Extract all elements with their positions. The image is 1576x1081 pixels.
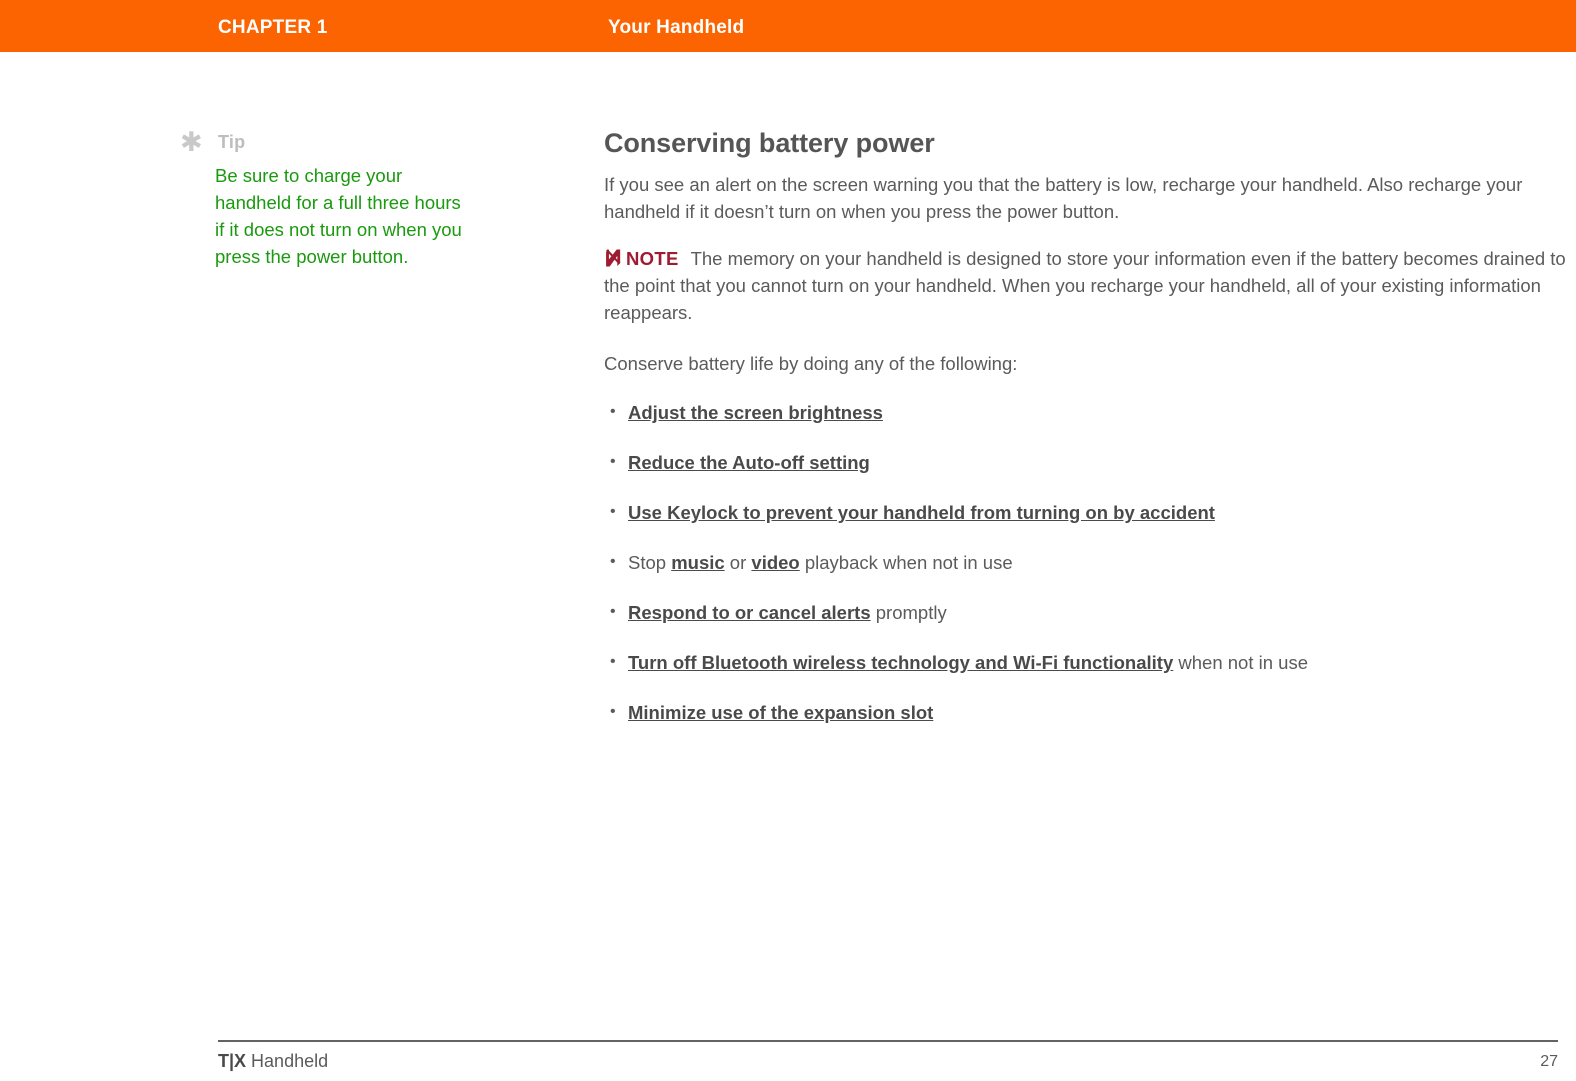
footer-row: T|X Handheld 27 <box>218 1051 1558 1077</box>
note-text: The memory on your handheld is designed … <box>604 248 1566 323</box>
bullet-text-middle: or <box>724 552 752 573</box>
intro-paragraph: If you see an alert on the screen warnin… <box>604 174 1523 222</box>
bullet-text-after: promptly <box>870 602 947 623</box>
footer-divider <box>218 1040 1558 1042</box>
footer-product-label: Handheld <box>246 1051 329 1071</box>
list-item: Stop music or video playback when not in… <box>604 548 1566 576</box>
chapter-label: CHAPTER 1 <box>218 17 328 38</box>
list-item: Use Keylock to prevent your handheld fro… <box>604 498 1566 526</box>
link-reduce-auto-off-setting[interactable]: Reduce the Auto-off setting <box>628 452 870 473</box>
link-music[interactable]: music <box>671 552 724 573</box>
link-video[interactable]: video <box>751 552 799 573</box>
footer-product-name: T|X Handheld <box>218 1051 328 1072</box>
list-item: Minimize use of the expansion slot <box>604 698 1566 726</box>
link-turn-off-bluetooth-and-wifi[interactable]: Turn off Bluetooth wireless technology a… <box>628 652 1173 673</box>
tip-header: ✱ Tip <box>180 127 470 158</box>
tip-label: Tip <box>218 132 246 152</box>
page-footer: T|X Handheld 27 <box>218 1040 1558 1077</box>
note-label: NOTE <box>626 248 679 269</box>
list-item: Adjust the screen brightness <box>604 398 1566 426</box>
link-use-keylock[interactable]: Use Keylock to prevent your handheld fro… <box>628 502 1215 523</box>
main-content-column: Conserving battery power If you see an a… <box>604 128 1566 749</box>
asterisk-icon: ✱ <box>180 127 203 158</box>
bullet-text-before: Stop <box>628 552 672 573</box>
battery-tips-list: Adjust the screen brightness Reduce the … <box>604 398 1566 726</box>
bullet-text-after: playback when not in use <box>799 552 1013 573</box>
list-item: Turn off Bluetooth wireless technology a… <box>604 648 1566 676</box>
note-block: NOTE The memory on your handheld is desig… <box>604 245 1566 326</box>
page-number: 27 <box>1540 1053 1558 1070</box>
tx-mark: T|X <box>218 1051 247 1071</box>
note-n-icon <box>604 248 623 268</box>
link-respond-to-or-cancel-alerts[interactable]: Respond to or cancel alerts <box>628 602 871 623</box>
tip-callout: ✱ Tip Be sure to charge your handheld fo… <box>180 127 470 270</box>
list-item: Respond to or cancel alerts promptly <box>604 598 1566 626</box>
list-item: Reduce the Auto-off setting <box>604 448 1566 476</box>
link-adjust-screen-brightness[interactable]: Adjust the screen brightness <box>628 402 883 423</box>
bullet-text-after: when not in use <box>1173 652 1308 673</box>
page-title: Conserving battery power <box>604 128 935 158</box>
list-intro-text: Conserve battery life by doing any of th… <box>604 353 1018 374</box>
link-minimize-expansion-slot-use[interactable]: Minimize use of the expansion slot <box>628 702 933 723</box>
chapter-header-band: CHAPTER 1 Your Handheld <box>0 0 1576 52</box>
tip-body-text: Be sure to charge your handheld for a fu… <box>215 165 462 267</box>
chapter-title: Your Handheld <box>608 17 745 38</box>
